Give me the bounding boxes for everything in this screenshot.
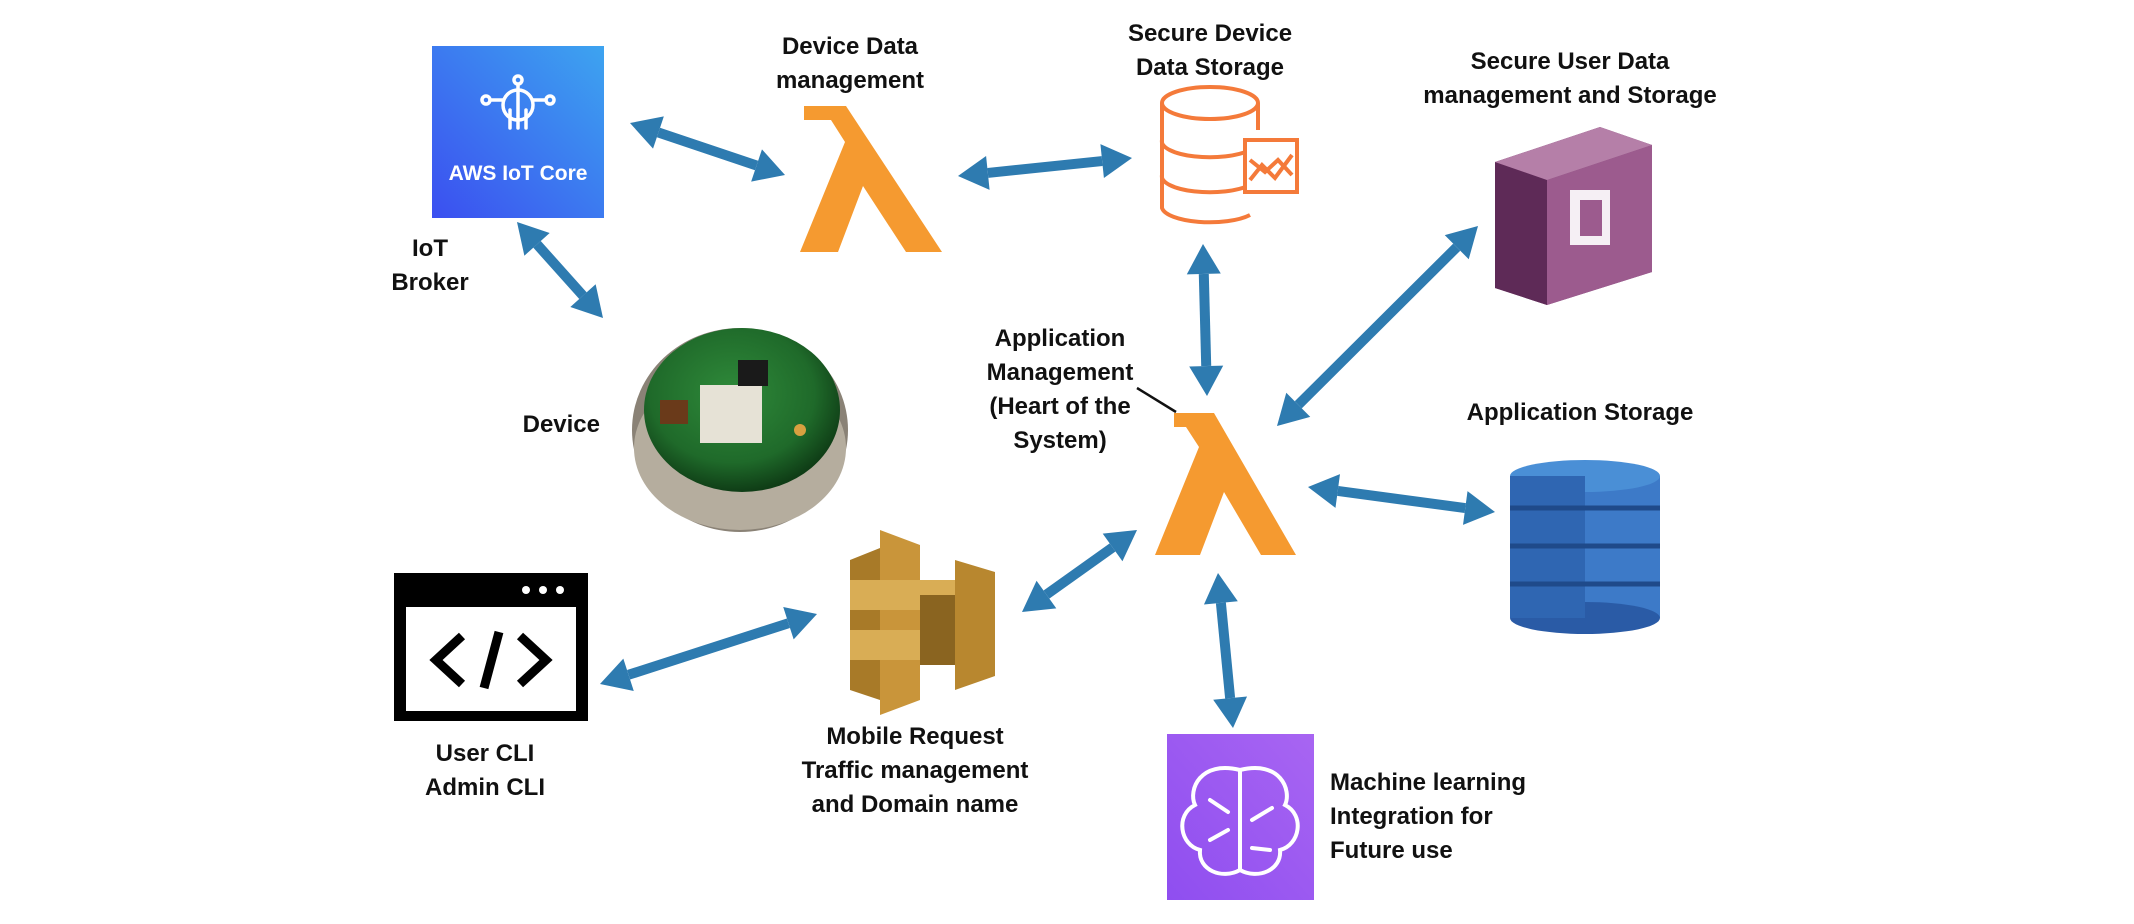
arrow-iot-core-to-device [517, 222, 603, 318]
user-data-line-1: Secure User Data [1470, 48, 1670, 75]
dynamodb-icon [1510, 460, 1660, 634]
iot-core-tile-text: AWS IoT Core [449, 162, 588, 185]
mobile-request-label: Mobile Request Traffic management and Do… [780, 720, 1050, 822]
app-mgmt-line-3: (Heart of the [989, 393, 1131, 420]
mobile-request-line-2: Traffic management [801, 757, 1029, 784]
app-mgmt-line-2: Management [986, 359, 1134, 386]
device-line-1: Device [522, 411, 600, 438]
device-data-management-label: Device Data management [750, 30, 950, 98]
machine-learning-label: Machine learning Integration for Future … [1330, 766, 1590, 868]
cli-line-1: User CLI [435, 740, 535, 767]
iot-broker-line-2: Broker [391, 269, 469, 296]
device-label: Device [480, 408, 600, 442]
device-photo [632, 328, 848, 532]
user-data-line-2: management and Storage [1423, 82, 1717, 109]
iot-broker-line-1: IoT [412, 235, 448, 262]
arrow-device-storage-to-app-lambda [1186, 244, 1224, 396]
device-data-lambda-icon [800, 106, 942, 252]
application-management-label: Application Management (Heart of the Sys… [960, 322, 1160, 458]
arrow-app-lambda-to-ml [1203, 573, 1248, 728]
device-storage-icon [1159, 85, 1299, 225]
app-mgmt-line-1: Application [994, 325, 1126, 352]
app-storage-line-1: Application Storage [1466, 399, 1694, 426]
application-storage-label: Application Storage [1440, 396, 1720, 430]
arrow-api-gateway-to-app-lambda [1022, 530, 1137, 612]
device-storage-line-1: Secure Device [1127, 20, 1293, 47]
device-data-line-2: management [775, 67, 925, 94]
cli-line-2: Admin CLI [425, 774, 545, 801]
arrow-cli-to-api-gateway [600, 607, 817, 691]
device-storage-line-2: Data Storage [1135, 54, 1285, 81]
arrow-app-lambda-to-app-storage [1308, 474, 1495, 525]
mobile-request-line-3: and Domain name [811, 791, 1019, 818]
device-data-line-1: Device Data [781, 33, 919, 60]
arrow-iot-core-to-device-data-lambda [630, 116, 785, 182]
mobile-request-line-1: Mobile Request [826, 723, 1004, 750]
machine-learning-icon [1167, 734, 1314, 900]
ml-line-3: Future use [1330, 837, 1453, 864]
app-lambda-icon [1136, 386, 1296, 555]
secure-user-data-label: Secure User Data management and Storage [1400, 45, 1740, 113]
user-data-cognito-icon [1495, 127, 1652, 305]
aws-iot-core-icon: AWS IoT Core [432, 46, 604, 218]
api-gateway-icon [850, 530, 995, 715]
secure-device-data-storage-label: Secure Device Data Storage [1110, 17, 1310, 85]
iot-broker-label: IoT Broker [380, 232, 480, 300]
ml-line-2: Integration for [1330, 803, 1493, 830]
architecture-diagram: AWS IoT Core [394, 46, 1660, 900]
ml-line-1: Machine learning [1330, 769, 1527, 796]
app-mgmt-line-4: System) [1013, 427, 1107, 454]
arrow-device-data-lambda-to-device-storage [958, 144, 1132, 190]
cli-icon [394, 573, 588, 721]
cli-label: User CLI Admin CLI [400, 737, 570, 805]
